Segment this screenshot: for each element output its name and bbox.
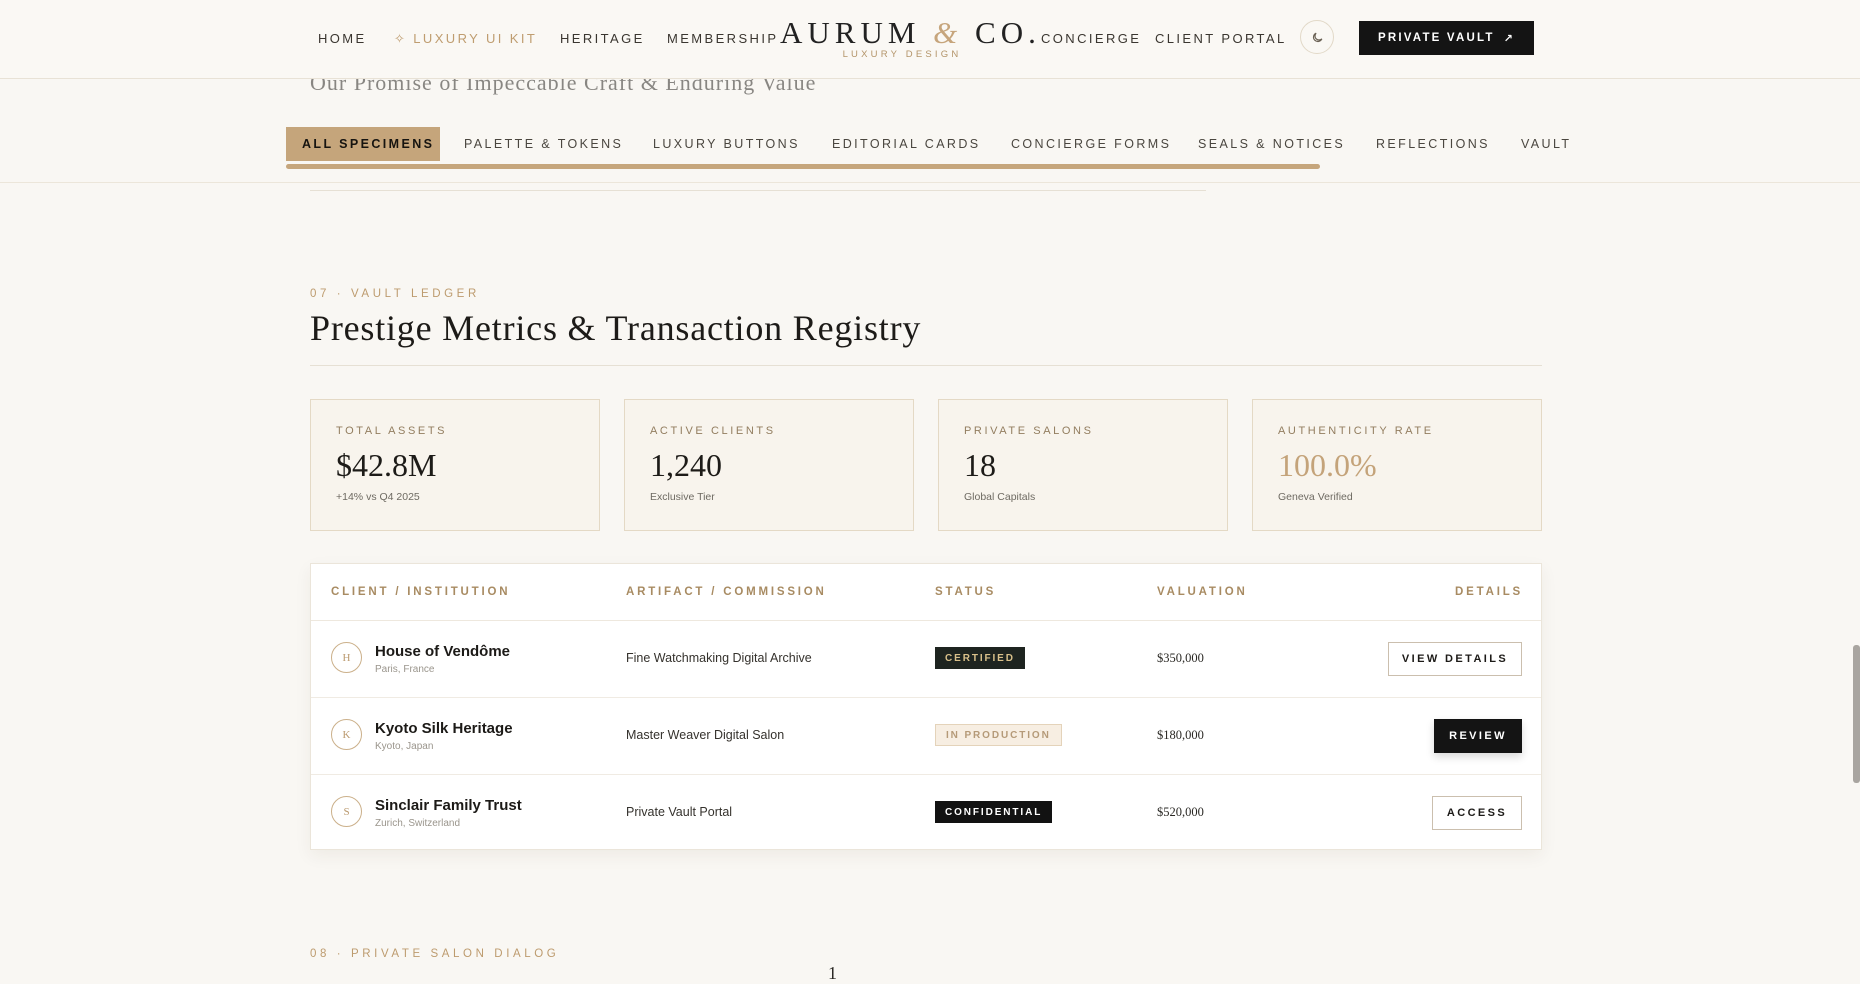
- nav-membership[interactable]: MEMBERSHIP: [667, 31, 778, 46]
- artifact-name: Private Vault Portal: [626, 805, 733, 819]
- client-name: Sinclair Family Trust: [375, 797, 522, 814]
- review-button[interactable]: REVIEW: [1434, 719, 1522, 753]
- client-location: Kyoto, Japan: [375, 741, 434, 752]
- view-details-button[interactable]: VIEW DETAILS: [1388, 642, 1522, 676]
- valuation-value: $180,000: [1157, 728, 1204, 742]
- moon-icon: [1312, 32, 1322, 42]
- client-location: Zurich, Switzerland: [375, 818, 461, 829]
- nav-heritage[interactable]: HERITAGE: [560, 31, 645, 46]
- status-badge: CERTIFIED: [935, 647, 1025, 669]
- title-divider: [310, 365, 1542, 366]
- logo-brand: AURUM: [780, 15, 921, 50]
- theme-toggle-button[interactable]: [1300, 20, 1334, 54]
- section-eyebrow: 07 · VAULT LEDGER: [310, 288, 480, 300]
- metric-note: +14% vs Q4 2025: [336, 491, 420, 503]
- artifact-name: Master Weaver Digital Salon: [626, 728, 785, 742]
- client-avatar: S: [331, 796, 362, 827]
- valuation-value: $520,000: [1157, 805, 1204, 819]
- column-header-details: DETAILS: [1455, 586, 1523, 598]
- sparkle-icon: ✧: [394, 31, 408, 46]
- metric-label: AUTHENTICITY RATE: [1278, 425, 1434, 437]
- page-scrollbar[interactable]: [1853, 645, 1860, 783]
- arrow-up-right-icon: ↗: [1503, 32, 1515, 45]
- client-avatar: K: [331, 719, 362, 750]
- brand-logo[interactable]: AURUM & CO. LUXURY DESIGN: [780, 14, 1036, 60]
- metric-note: Exclusive Tier: [650, 491, 715, 503]
- client-name: House of Vendôme: [375, 643, 511, 660]
- tab-scroll-progress: [286, 164, 1320, 169]
- previous-section-heading: Our Promise of Impeccable Craft & Enduri…: [310, 79, 817, 95]
- nav-luxury-ui-kit-label: LUXURY UI KIT: [413, 31, 538, 46]
- metric-value: 100.0%: [1278, 447, 1377, 483]
- column-header-status: STATUS: [935, 586, 997, 598]
- column-header-client: CLIENT / INSTITUTION: [331, 586, 511, 598]
- metric-card-total-assets: TOTAL ASSETS $42.8M +14% vs Q4 2025: [310, 399, 600, 531]
- next-section-glyph: 1: [828, 963, 837, 983]
- metric-value: 18: [964, 447, 996, 483]
- logo-suffix: CO.: [975, 15, 1041, 50]
- private-vault-label: PRIVATE VAULT: [1378, 32, 1495, 44]
- metric-card-private-salons: PRIVATE SALONS 18 Global Capitals: [938, 399, 1228, 531]
- vault-ledger-table: CLIENT / INSTITUTION ARTIFACT / COMMISSI…: [310, 563, 1542, 850]
- access-button[interactable]: ACCESS: [1432, 796, 1522, 830]
- tab-reflections[interactable]: REFLECTIONS: [1376, 127, 1490, 161]
- column-header-artifact: ARTIFACT / COMMISSION: [626, 586, 827, 598]
- nav-luxury-ui-kit[interactable]: ✧ LUXURY UI KIT: [394, 31, 537, 47]
- metric-value: $42.8M: [336, 447, 437, 483]
- tab-seals-notices[interactable]: SEALS & NOTICES: [1198, 127, 1345, 161]
- specimen-tab-bar: Our Promise of Impeccable Craft & Enduri…: [0, 79, 1860, 183]
- status-badge: CONFIDENTIAL: [935, 801, 1053, 823]
- section-title: Prestige Metrics & Transaction Registry: [310, 308, 922, 348]
- logo-wordmark: AURUM & CO.: [780, 14, 1036, 52]
- next-section-eyebrow: 08 · PRIVATE SALON DIALOG: [310, 948, 560, 960]
- metric-label: TOTAL ASSETS: [336, 425, 448, 437]
- nav-home[interactable]: HOME: [318, 31, 367, 46]
- nav-client-portal[interactable]: CLIENT PORTAL: [1155, 31, 1287, 46]
- tab-editorial-cards[interactable]: EDITORIAL CARDS: [832, 127, 981, 161]
- client-name: Kyoto Silk Heritage: [375, 720, 513, 737]
- metric-note: Geneva Verified: [1278, 491, 1353, 503]
- client-avatar: H: [331, 642, 362, 673]
- tab-concierge-forms[interactable]: CONCIERGE FORMS: [1011, 127, 1171, 161]
- metric-label: ACTIVE CLIENTS: [650, 425, 776, 437]
- section-divider: [310, 190, 1206, 191]
- tab-luxury-buttons[interactable]: LUXURY BUTTONS: [653, 127, 800, 161]
- site-header: HOME ✧ LUXURY UI KIT HERITAGE MEMBERSHIP …: [0, 0, 1860, 79]
- metric-label: PRIVATE SALONS: [964, 425, 1094, 437]
- metric-value: 1,240: [650, 447, 722, 483]
- logo-ampersand: &: [933, 15, 963, 50]
- metric-card-active-clients: ACTIVE CLIENTS 1,240 Exclusive Tier: [624, 399, 914, 531]
- status-badge: IN PRODUCTION: [935, 724, 1062, 746]
- tab-vault[interactable]: VAULT: [1521, 127, 1571, 161]
- table-header: CLIENT / INSTITUTION ARTIFACT / COMMISSI…: [311, 564, 1541, 621]
- client-location: Paris, France: [375, 664, 435, 675]
- table-row: H House of Vendôme Paris, France Fine Wa…: [311, 620, 1541, 698]
- artifact-name: Fine Watchmaking Digital Archive: [626, 651, 812, 665]
- table-row: K Kyoto Silk Heritage Kyoto, Japan Maste…: [311, 697, 1541, 775]
- valuation-value: $350,000: [1157, 651, 1204, 665]
- column-header-valuation: VALUATION: [1157, 586, 1248, 598]
- metric-note: Global Capitals: [964, 491, 1036, 503]
- tab-all-specimens[interactable]: ALL SPECIMENS: [286, 127, 440, 161]
- nav-concierge[interactable]: CONCIERGE: [1041, 31, 1141, 46]
- table-row: S Sinclair Family Trust Zurich, Switzerl…: [311, 774, 1541, 851]
- metric-card-authenticity-rate: AUTHENTICITY RATE 100.0% Geneva Verified: [1252, 399, 1542, 531]
- private-vault-button[interactable]: PRIVATE VAULT ↗: [1359, 21, 1534, 55]
- tab-palette-tokens[interactable]: PALETTE & TOKENS: [464, 127, 623, 161]
